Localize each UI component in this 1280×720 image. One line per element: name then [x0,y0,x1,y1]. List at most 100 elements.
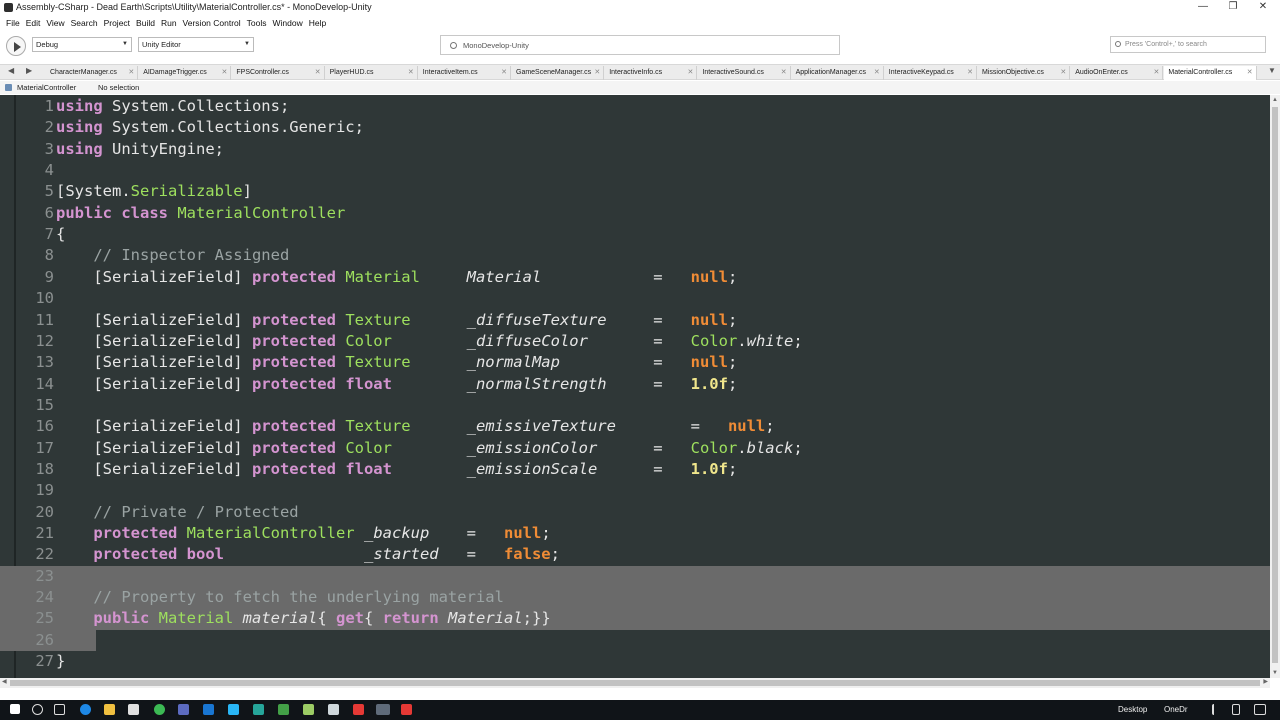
menu-help[interactable]: Help [307,16,330,30]
code-line[interactable]: 23 [0,565,1270,588]
menu-search[interactable]: Search [69,16,102,30]
network-icon[interactable] [1212,704,1220,715]
tab-charactermanager[interactable]: CharacterManager.cs ✕ [46,66,139,80]
menu-window[interactable]: Window [271,16,307,30]
tab-fpscontroller[interactable]: FPSController.cs ✕ [232,66,325,80]
notifications-icon[interactable] [1254,704,1266,715]
close-icon[interactable]: ✕ [688,68,694,76]
code-line[interactable]: 4 [0,160,1270,181]
close-icon[interactable]: ✕ [315,68,321,76]
code-line[interactable]: 21 protected MaterialController _backup … [0,523,1270,544]
tab-gamescenemanager[interactable]: GameSceneManager.cs ✕ [512,66,605,80]
code-line[interactable]: 19 [0,480,1270,501]
search-input[interactable]: Press 'Control+,' to search [1110,36,1266,53]
close-icon[interactable]: ✕ [967,68,973,76]
code-line[interactable]: 24 // Property to fetch the underlying m… [0,587,1270,609]
code-line[interactable]: 7{ [0,224,1270,245]
code-line[interactable]: 10 [0,288,1270,309]
horizontal-scrollbar[interactable]: ◀ ▶ [0,678,1270,688]
photoshop-icon[interactable] [203,704,214,715]
tab-scroll-right-icon[interactable]: ▶ [26,66,32,75]
menu-run[interactable]: Run [159,16,181,30]
code-line[interactable]: 27} [0,651,1270,672]
windows-start-icon[interactable] [10,704,20,714]
scroll-down-icon[interactable]: ▼ [1272,670,1278,676]
close-icon[interactable]: ✕ [874,68,880,76]
app-icon[interactable] [253,704,264,715]
tab-list-dropdown-icon[interactable]: ▼ [1268,66,1276,75]
menu-view[interactable]: View [44,16,68,30]
desktop-toolbar-label[interactable]: Desktop [1118,705,1147,714]
app-icon[interactable] [401,704,412,715]
close-icon[interactable]: ✕ [781,68,787,76]
tab-materialcontroller[interactable]: MaterialController.cs ✕ [1164,66,1257,80]
code-line[interactable]: 5 [System.Serializable] [0,181,1270,202]
code-line[interactable]: 6 public class MaterialController [0,203,1270,224]
app-icon[interactable] [353,704,364,715]
menu-build[interactable]: Build [134,16,159,30]
vertical-scroll-thumb[interactable] [1272,107,1278,663]
close-icon[interactable]: ✕ [594,68,600,76]
code-line[interactable]: 1 using System.Collections; [0,96,1270,117]
scroll-up-icon[interactable]: ▲ [1272,97,1278,103]
vertical-scrollbar[interactable]: ▲ ▼ [1270,95,1280,678]
tab-playerhud[interactable]: PlayerHUD.cs ✕ [326,66,418,80]
close-icon[interactable]: ✕ [222,68,228,76]
code-line[interactable]: 12 [SerializeField] protected Color _dif… [0,331,1270,352]
code-line[interactable]: 11 [SerializeField] protected Texture _d… [0,310,1270,331]
code-line[interactable]: 17 [SerializeField] protected Color _emi… [0,438,1270,459]
app-icon[interactable] [228,704,239,715]
code-line[interactable]: 8 // Inspector Assigned [0,245,1270,266]
chrome-icon[interactable] [154,704,165,715]
code-line[interactable]: 14 [SerializeField] protected float _nor… [0,374,1270,395]
close-icon[interactable]: ✕ [408,68,414,76]
task-view-icon[interactable] [54,704,65,715]
code-line[interactable]: 15 [0,395,1270,416]
code-line[interactable]: 25 public Material material{ get{ return… [0,608,1270,630]
horizontal-scroll-thumb[interactable] [10,680,1260,686]
code-line[interactable]: 26 [0,629,1270,652]
search-icon[interactable] [32,704,43,715]
tab-interactiveitem[interactable]: InteractiveItem.cs ✕ [419,66,511,80]
close-icon[interactable]: ✕ [1060,68,1066,76]
menu-version-control[interactable]: Version Control [181,16,245,30]
code-line[interactable]: 16 [SerializeField] protected Texture _e… [0,416,1270,437]
breadcrumb-member[interactable]: No selection [98,83,139,92]
close-button[interactable]: ✕ [1248,0,1278,16]
close-icon[interactable]: ✕ [501,68,507,76]
tab-interactiveinfo[interactable]: InteractiveInfo.cs ✕ [605,66,698,80]
code-line[interactable]: 22 protected bool _started = false; [0,544,1270,565]
run-button[interactable] [6,36,26,56]
onedrive-label[interactable]: OneDr [1164,705,1188,714]
volume-icon[interactable] [1232,704,1240,715]
menu-project[interactable]: Project [102,16,134,30]
code-line[interactable]: 20 // Private / Protected [0,502,1270,523]
app-icon[interactable] [303,704,314,715]
minimize-button[interactable]: — [1188,0,1218,16]
target-select[interactable]: Unity Editor ▼ [138,37,254,52]
tab-scroll-left-icon[interactable]: ◀ [8,66,14,75]
configuration-select[interactable]: Debug ▼ [32,37,132,52]
close-icon[interactable]: ✕ [1247,68,1253,76]
edge-browser-icon[interactable] [80,704,91,715]
code-editor[interactable]: 1 using System.Collections; 2 using System.… [0,95,1270,678]
code-line[interactable]: 2 using System.Collections.Generic; [0,117,1270,138]
menu-file[interactable]: File [4,16,24,30]
app-icon[interactable] [278,704,289,715]
code-line[interactable]: 9 [SerializeField] protected Material Ma… [0,267,1270,288]
app-icon[interactable] [178,704,189,715]
file-explorer-icon[interactable] [104,704,115,715]
monodevelop-taskbar-icon[interactable] [376,704,390,715]
breadcrumb-class[interactable]: MaterialController [17,83,76,92]
code-line[interactable]: 18 [SerializeField] protected float _emi… [0,459,1270,480]
tab-interactivesound[interactable]: InteractiveSound.cs ✕ [698,66,791,80]
close-icon[interactable]: ✕ [1154,68,1160,76]
tab-missionobjective[interactable]: MissionObjective.cs ✕ [978,66,1071,80]
store-icon[interactable] [128,704,139,715]
menu-tools[interactable]: Tools [245,16,271,30]
maximize-button[interactable]: ❐ [1218,0,1248,16]
tab-aidamagetrigger[interactable]: AIDamageTrigger.cs ✕ [139,66,232,80]
code-line[interactable]: 13 [SerializeField] protected Texture _n… [0,352,1270,373]
menu-edit[interactable]: Edit [24,16,45,30]
scroll-left-icon[interactable]: ◀ [2,678,7,685]
